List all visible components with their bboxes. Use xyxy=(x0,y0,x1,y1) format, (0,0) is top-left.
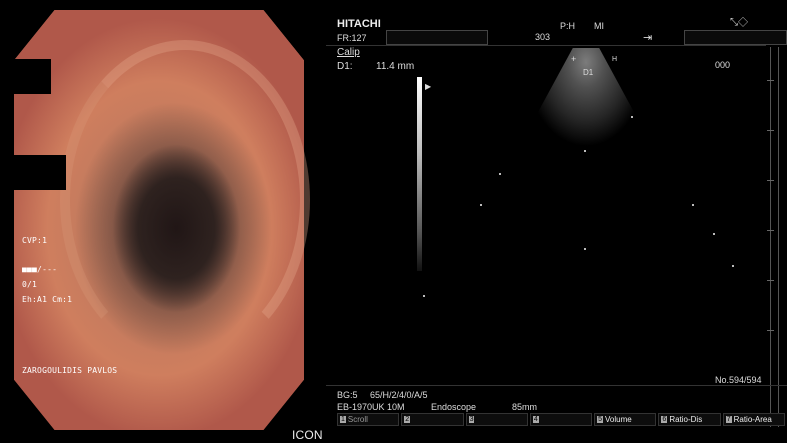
softkey-volume[interactable]: 5 Volume xyxy=(594,413,657,426)
depth-dot xyxy=(713,233,715,235)
frame-rate: FR:127 xyxy=(337,33,367,43)
caliper-plus-icon: + xyxy=(571,54,577,64)
softkey-ratio-dis[interactable]: 6 Ratio-Dis xyxy=(658,413,721,426)
redaction-block-2 xyxy=(14,155,66,190)
softkey-number: 1 xyxy=(340,416,346,423)
depth-dot xyxy=(499,173,501,175)
params-value: 65/H/2/4/0/A/5 xyxy=(370,390,428,400)
gray-scale-marker-icon: ▶ xyxy=(425,82,432,91)
enhancement-readout: Eh:A1 Cm:1 xyxy=(22,295,73,304)
cvp-readout: CVP:1 xyxy=(22,236,48,245)
softkey-number: 3 xyxy=(468,416,475,423)
softkey-label: Ratio-Dis xyxy=(669,415,703,424)
image-number: No.594/594 xyxy=(715,375,762,385)
scale-tick xyxy=(767,230,774,231)
scale-tick xyxy=(767,130,774,131)
probe-icon: ⤡◇ xyxy=(730,17,748,28)
header-divider xyxy=(326,45,766,46)
level-bar-readout: ■■■/--- xyxy=(22,265,58,274)
depth-dot xyxy=(631,116,633,118)
redaction-block-1 xyxy=(14,59,51,94)
softkey-label: Scroll xyxy=(347,415,368,424)
bg-value: BG:5 xyxy=(337,390,358,400)
softkey-3[interactable]: 3 xyxy=(465,413,528,426)
scale-tick xyxy=(767,330,774,331)
softkey-number: 6 xyxy=(661,416,668,423)
softkey-number: 4 xyxy=(532,416,539,423)
softkey-label: Volume xyxy=(605,415,632,424)
scope-label: Endoscope xyxy=(431,402,477,412)
icon-label: ICON xyxy=(292,428,323,442)
airway-arc xyxy=(60,40,310,360)
softkey-label: Ratio-Area xyxy=(733,415,772,424)
softkey-ratio-area[interactable]: 7 Ratio-Area xyxy=(722,413,785,426)
softkey-scroll[interactable]: 1 Scroll xyxy=(337,413,400,426)
endoscopy-view: CVP:1 ■■■/--- 0/1 Eh:A1 Cm:1 ZAROGOULIDI… xyxy=(0,0,323,443)
depth-dot xyxy=(584,248,586,250)
brand-label: HITACHI xyxy=(337,18,381,30)
depth-dot xyxy=(423,295,425,297)
arrow-to-bar-icon: ⇥ xyxy=(643,32,653,44)
center-value: 303 xyxy=(535,32,551,42)
depth-dot xyxy=(584,150,586,152)
mi-label: MI xyxy=(594,21,604,31)
depth-dot xyxy=(732,265,734,267)
calip-label: Calip xyxy=(337,47,360,58)
h-marker: H xyxy=(612,56,618,63)
d1-label: D1: xyxy=(337,61,353,72)
depth-scale-2 xyxy=(778,47,779,427)
ultrasound-view: HITACHI FR:127 303 P:H MI ⇥ ⤡◇ Calip D1:… xyxy=(326,0,787,443)
softkey-number: 2 xyxy=(404,416,411,423)
depth-value: 85mm xyxy=(512,402,538,412)
d1-value: 11.4 mm xyxy=(376,61,415,72)
d1-marker: D1 xyxy=(583,68,594,77)
depth-dot xyxy=(692,204,694,206)
gray-scale-bar xyxy=(417,77,422,271)
scale-tick xyxy=(767,80,774,81)
corner-value: 000 xyxy=(715,60,731,70)
info-field-1 xyxy=(386,30,488,45)
probe-mode: P:H xyxy=(560,21,576,31)
softkey-bar: 1 Scroll 2 3 4 5 Volume 6 Ratio-Dis 7 Ratio-… xyxy=(337,413,785,427)
softkey-number: 5 xyxy=(597,416,604,423)
softkey-4[interactable]: 4 xyxy=(529,413,593,426)
depth-dot xyxy=(480,204,482,206)
depth-scale-1 xyxy=(770,47,771,427)
scale-tick xyxy=(767,280,774,281)
footer-divider xyxy=(326,385,787,386)
patient-name: ZAROGOULIDIS PAVLOS xyxy=(22,366,118,375)
scale-tick xyxy=(767,180,774,181)
ratio-readout: 0/1 xyxy=(22,280,38,289)
scope-model: EB-1970UK 10M xyxy=(337,402,405,412)
softkey-number: 7 xyxy=(725,416,732,423)
softkey-2[interactable]: 2 xyxy=(401,413,464,426)
info-field-2 xyxy=(684,30,787,45)
